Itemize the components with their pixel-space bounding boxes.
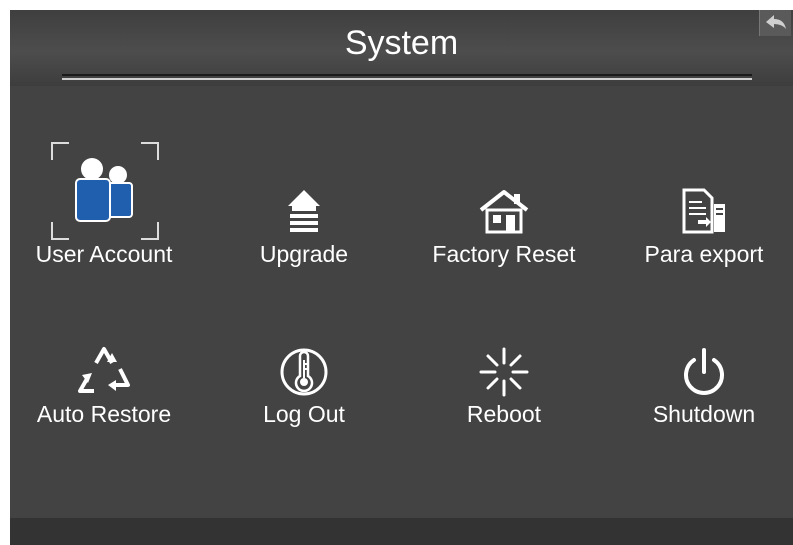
menu-item-upgrade[interactable]: Upgrade — [206, 140, 402, 290]
menu-item-para-export[interactable]: Para export — [606, 140, 793, 290]
menu-label: Shutdown — [652, 401, 756, 427]
menu-item-factory-reset[interactable]: Factory Reset — [406, 140, 602, 290]
back-arrow-icon — [766, 15, 786, 29]
user-account-icon — [56, 140, 152, 240]
back-button[interactable] — [759, 10, 791, 36]
footer-bar — [10, 518, 793, 545]
menu-item-log-out[interactable]: Log Out — [206, 300, 402, 450]
header-bar: System — [10, 10, 793, 86]
menu-label: Factory Reset — [432, 241, 576, 267]
menu-item-auto-restore[interactable]: Auto Restore — [10, 300, 202, 450]
menu-label: Upgrade — [259, 241, 349, 267]
menu-label: Auto Restore — [36, 401, 172, 427]
menu-item-reboot[interactable]: Reboot — [406, 300, 602, 450]
page-title: System — [344, 24, 459, 62]
menu-item-shutdown[interactable]: Shutdown — [606, 300, 793, 450]
system-screen: System User Account Upgrade Factory Rese… — [10, 10, 793, 545]
menu-label: Log Out — [263, 401, 345, 427]
menu-item-user-account[interactable]: User Account — [10, 140, 202, 290]
title-divider — [62, 74, 752, 80]
menu-label: User Account — [35, 241, 173, 267]
menu-label: Reboot — [466, 401, 542, 427]
menu-label: Para export — [644, 241, 764, 267]
